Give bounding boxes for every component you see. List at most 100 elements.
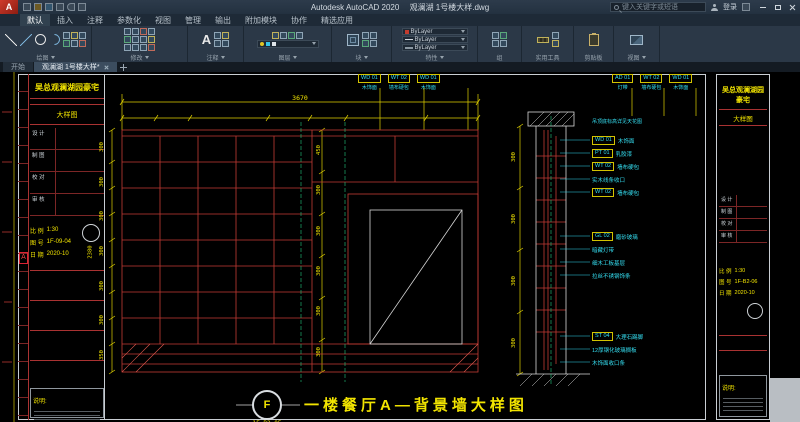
ribbon-tab[interactable]: 精选应用 xyxy=(314,14,360,26)
ribbon-tab[interactable]: 默认 xyxy=(20,14,50,26)
group-tools[interactable] xyxy=(492,32,507,47)
left-overall-dimension: 2380 xyxy=(84,240,97,258)
material-code: ST 04 xyxy=(592,332,613,341)
close-button[interactable] xyxy=(785,0,800,14)
drawing-canvas[interactable]: A 吴总观澜湖园豪宅 大样图 设 计制 图校 对审 核 比 例1:30图 号1F… xyxy=(0,72,800,422)
ribbon-tab[interactable]: 输出 xyxy=(208,14,238,26)
sheet-info: 比 例1:30图 号1F-B2-06日 期2020-10 xyxy=(719,265,767,298)
plot-icon[interactable] xyxy=(56,3,64,11)
dimension-value: 300 xyxy=(511,214,517,224)
polyline-tool-icon[interactable] xyxy=(20,34,32,46)
measure-tool-icon[interactable] xyxy=(537,37,549,43)
panel-clipboard: 剪贴板 xyxy=(574,26,614,62)
table-row-label: 设 计 xyxy=(719,195,737,206)
panel-label-clipboard[interactable]: 剪贴板 xyxy=(574,53,613,62)
material-callout: 12厚钢化玻璃搁板 xyxy=(592,343,643,356)
arc-tool-icon[interactable] xyxy=(47,32,63,48)
app-name: Autodesk AutoCAD 2020 xyxy=(311,3,400,12)
utility-tools[interactable] xyxy=(552,32,559,47)
open-icon[interactable] xyxy=(34,3,42,11)
ribbon-tab[interactable]: 管理 xyxy=(178,14,208,26)
ribbon-tab-label: 协作 xyxy=(291,15,307,26)
dimension-cell: 300 xyxy=(508,188,520,250)
color-dropdown[interactable]: ByLayer xyxy=(402,28,468,35)
account-icon[interactable] xyxy=(711,4,718,11)
material-callout: 暗藏灯带 xyxy=(592,243,638,256)
modify-tools[interactable] xyxy=(124,28,155,51)
file-tab-document[interactable]: 观澜湖 1号楼大样* xyxy=(34,62,117,72)
table-row-label: 制 图 xyxy=(719,207,737,218)
view-tool-icon[interactable] xyxy=(630,35,643,45)
ribbon-tab[interactable]: 视图 xyxy=(148,14,178,26)
panel-label-groups[interactable]: 组 xyxy=(478,53,521,62)
panel-label-annotate[interactable]: 注释 xyxy=(188,53,243,62)
new-file-icon[interactable] xyxy=(23,3,31,11)
maximize-button[interactable] xyxy=(770,0,785,14)
dimension-cell: 300 xyxy=(313,170,325,210)
dimension-cell: 300 xyxy=(313,211,325,251)
panel-label-view[interactable]: 视图 xyxy=(614,53,659,62)
panel-label-draw[interactable]: 绘图 xyxy=(0,53,91,62)
redo-icon[interactable] xyxy=(78,3,86,11)
layer-dropdown[interactable] xyxy=(257,40,319,48)
block-tools[interactable] xyxy=(362,32,377,47)
signin-label[interactable]: 登录 xyxy=(723,2,737,12)
circle-tool-icon[interactable] xyxy=(35,34,46,45)
ribbon-tab-label: 参数化 xyxy=(117,15,141,26)
dimension-cell: 300 xyxy=(313,332,325,372)
material-label: 灯带 xyxy=(618,84,628,91)
new-tab-button[interactable] xyxy=(118,62,130,72)
search-icon xyxy=(614,5,619,10)
undo-icon[interactable] xyxy=(67,3,75,11)
material-label: 木饰面 xyxy=(673,84,688,91)
dimension-value: 450 xyxy=(316,145,322,155)
info-row: 比 例1:30 xyxy=(719,265,767,276)
panel-label-layers[interactable]: 图层 xyxy=(244,53,331,62)
panel-label-properties[interactable]: 特性 xyxy=(392,53,477,62)
autocad-logo-icon[interactable]: A xyxy=(0,0,18,14)
lineweight-dropdown[interactable]: ByLayer xyxy=(402,44,468,51)
text-tool-icon[interactable]: A xyxy=(202,33,211,46)
panel-label-modify[interactable]: 修改 xyxy=(92,53,187,62)
dimension-value: 350 xyxy=(99,350,105,360)
panel-label-utilities[interactable]: 实用工具 xyxy=(522,53,573,62)
ribbon-tab[interactable]: 协作 xyxy=(284,14,314,26)
layer-tools[interactable] xyxy=(272,32,303,39)
material-callout: ST 04大理石踢脚 xyxy=(592,330,643,343)
titlebar: A Autodesk AutoCAD 2020 观澜湖 1号楼大样.dwg 键入… xyxy=(0,0,800,14)
linetype-dropdown[interactable]: ByLayer xyxy=(402,36,468,43)
search-box[interactable]: 键入关键字或短语 xyxy=(610,2,706,12)
ribbon-tab[interactable]: 附加模块 xyxy=(238,14,284,26)
material-callout: 木饰面收口条 xyxy=(592,356,643,369)
info-value: 2020-10 xyxy=(47,251,69,257)
material-label: 12厚钢化玻璃搁板 xyxy=(592,346,637,354)
panel-label-block[interactable]: 块 xyxy=(332,53,391,62)
ribbon-tab[interactable]: 插入 xyxy=(50,14,80,26)
table-row: 制 图 xyxy=(30,150,104,172)
dimension-value: 300 xyxy=(316,226,322,236)
material-code: WT 02 xyxy=(388,74,410,83)
callouts-bottom: ST 04大理石踢脚 12厚钢化玻璃搁板木饰面收口条 xyxy=(592,330,643,369)
ribbon-tab[interactable]: 注释 xyxy=(80,14,110,26)
dimension-tools[interactable] xyxy=(214,32,229,47)
close-tab-icon[interactable] xyxy=(104,65,109,70)
dimension-cell: 300 xyxy=(96,199,108,234)
material-label: 墙布硬包 xyxy=(641,84,661,91)
dimension-value: 300 xyxy=(316,347,322,357)
autocad-window: A Autodesk AutoCAD 2020 观澜湖 1号楼大样.dwg 键入… xyxy=(0,0,800,422)
sheet-info: 比 例1:30图 号1F-09-04日 期2020-10 xyxy=(30,224,80,260)
dimension-cell: 300 xyxy=(508,126,520,188)
line-tool-icon[interactable] xyxy=(5,34,17,46)
save-icon[interactable] xyxy=(45,3,53,11)
app-store-icon[interactable] xyxy=(742,3,750,11)
info-value: 1:30 xyxy=(735,268,746,274)
insert-block-icon[interactable] xyxy=(347,34,359,46)
minimize-button[interactable] xyxy=(755,0,770,14)
file-tab-start[interactable]: 开始 xyxy=(3,62,33,72)
paste-tool-icon[interactable] xyxy=(589,34,599,46)
ribbon-tab[interactable]: 参数化 xyxy=(110,14,148,26)
table-row: 审 核 xyxy=(719,231,767,243)
table-row: 设 计 xyxy=(30,128,104,150)
draw-extra-tools[interactable] xyxy=(63,32,86,47)
table-row: 校 对 xyxy=(719,219,767,231)
